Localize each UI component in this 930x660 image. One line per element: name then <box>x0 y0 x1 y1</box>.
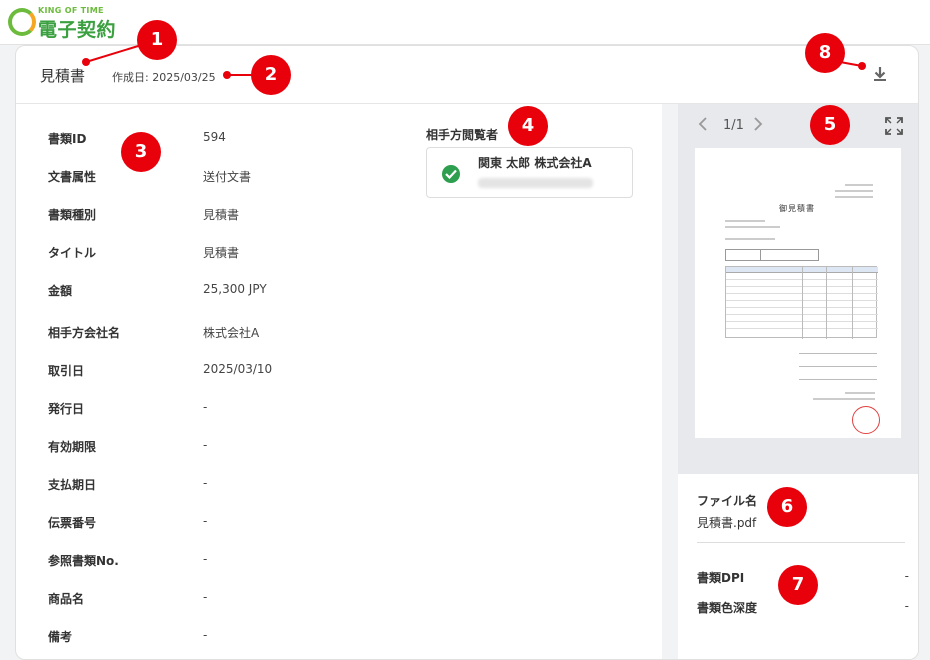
page-title: 見積書 <box>40 67 86 85</box>
field-label: 相手方会社名 <box>48 326 121 340</box>
thumbnail-heading: 御見積書 <box>779 204 815 213</box>
field-label: 支払期日 <box>48 478 97 492</box>
field-row: 取引日 2025/03/10 <box>16 362 416 382</box>
counterparty-viewer-card: 関東 太郎 株式会社A <box>426 147 633 198</box>
field-row: 書類種別 見積書 <box>16 206 416 226</box>
divider <box>697 542 905 543</box>
field-value: 25,300 JPY <box>203 282 267 296</box>
callout-marker-4: 4 <box>508 106 548 146</box>
field-row: 伝票番号 - <box>16 514 416 534</box>
fullscreen-icon <box>885 117 903 135</box>
next-page-button[interactable] <box>753 116 763 136</box>
field-label: 有効期限 <box>48 440 97 454</box>
field-label: 参照書類No. <box>48 554 119 568</box>
callout-dot <box>82 58 90 66</box>
field-row: 文書属性 送付文書 <box>16 168 416 188</box>
field-row: 備考 - <box>16 628 416 648</box>
field-value: 見積書 <box>203 246 240 260</box>
field-label: 文書属性 <box>48 170 97 184</box>
field-value: 2025/03/10 <box>203 362 273 376</box>
field-row: 有効期限 - <box>16 438 416 458</box>
field-value: - <box>203 514 208 528</box>
file-name-label: ファイル名 <box>697 494 758 508</box>
check-circle-icon <box>442 165 460 183</box>
pdf-page-thumbnail[interactable]: 御見積書 <box>695 148 901 438</box>
field-row: 支払期日 - <box>16 476 416 496</box>
brand-top-text: KING OF TIME <box>38 6 104 15</box>
thumbnail-table <box>725 266 878 339</box>
field-row: 金額 25,300 JPY <box>16 282 416 302</box>
field-label: 金額 <box>48 284 73 298</box>
callout-marker-6: 6 <box>767 487 807 527</box>
field-label: 発行日 <box>48 402 85 416</box>
field-value: 見積書 <box>203 208 240 222</box>
field-label: 備考 <box>48 630 73 644</box>
meta-value: - <box>904 569 909 583</box>
field-row: 相手方会社名 株式会社A <box>16 324 416 344</box>
field-label: 商品名 <box>48 592 85 606</box>
brand-mark-icon <box>8 8 36 36</box>
field-value: - <box>203 400 208 414</box>
field-value: - <box>203 552 208 566</box>
counterparty-viewers-title: 相手方閲覧者 <box>426 128 499 142</box>
callout-marker-3: 3 <box>121 132 161 172</box>
page-indicator: 1/1 <box>723 118 744 133</box>
field-label: タイトル <box>48 246 97 260</box>
fullscreen-button[interactable] <box>885 117 903 135</box>
field-label: 書類種別 <box>48 208 97 222</box>
field-value: 株式会社A <box>203 326 260 340</box>
pdf-preview-panel: 1/1 御見積書 <box>678 104 918 474</box>
field-value: 送付文書 <box>203 170 252 184</box>
thumbnail-stamp <box>852 406 880 434</box>
panel-gutter <box>662 104 678 659</box>
download-button[interactable] <box>869 63 891 85</box>
meta-label: 書類色深度 <box>697 601 758 615</box>
field-label: 書類ID <box>48 132 87 146</box>
prev-page-button[interactable] <box>698 116 708 136</box>
callout-marker-5: 5 <box>810 105 850 145</box>
field-row: 商品名 - <box>16 590 416 610</box>
meta-label: 書類DPI <box>697 571 745 585</box>
field-row: 書類ID 594 <box>16 130 416 150</box>
brand-main-text: 電子契約 <box>38 19 117 41</box>
chevron-right-icon <box>754 117 763 131</box>
callout-marker-7: 7 <box>778 565 818 605</box>
field-value: - <box>203 438 208 452</box>
viewer-name: 関東 太郎 株式会社A <box>478 156 592 170</box>
callout-marker-8: 8 <box>805 33 845 73</box>
callout-marker-2: 2 <box>251 55 291 95</box>
download-icon <box>874 67 886 81</box>
field-value: 594 <box>203 130 226 144</box>
meta-value: - <box>904 599 909 613</box>
viewer-email-redacted <box>478 178 593 188</box>
chevron-left-icon <box>698 117 707 131</box>
field-row: タイトル 見積書 <box>16 244 416 264</box>
field-value: - <box>203 476 208 490</box>
field-row: 発行日 - <box>16 400 416 420</box>
file-name-value: 見積書.pdf <box>697 516 757 530</box>
callout-dot <box>223 71 231 79</box>
field-row: 参照書類No. - <box>16 552 416 572</box>
field-label: 取引日 <box>48 364 85 378</box>
field-label: 伝票番号 <box>48 516 97 530</box>
callout-dot <box>858 62 866 70</box>
brand-logo[interactable]: KING OF TIME 電子契約 <box>8 6 128 41</box>
field-value: - <box>203 628 208 642</box>
created-date: 作成日: 2025/03/25 <box>112 71 216 84</box>
field-value: - <box>203 590 208 604</box>
callout-marker-1: 1 <box>137 20 177 60</box>
